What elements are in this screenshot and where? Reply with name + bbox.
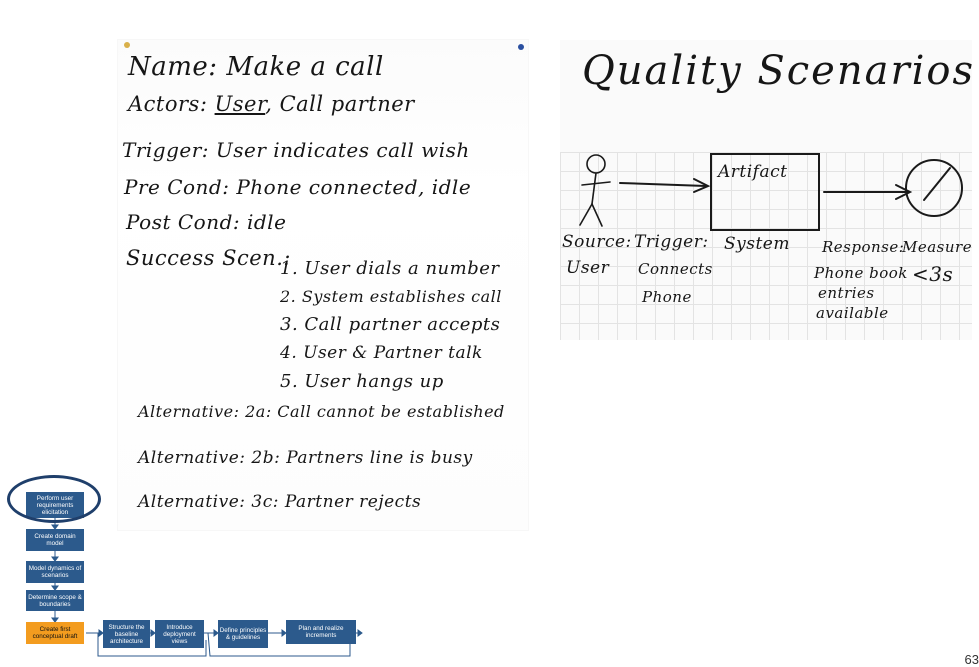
trigger-label: Trigger: [634, 232, 709, 252]
success-step: 5. User hangs up [280, 371, 444, 392]
current-step-highlight [7, 475, 101, 523]
quality-scenarios-whiteboard-photo: Quality Scenarios Artifact Source: User … [560, 40, 973, 340]
flow-step-determine-scope: Determine scope & boundaries [26, 590, 84, 611]
trigger-value: Phone [642, 288, 692, 306]
flow-step-structure-baseline: Structure the baseline architecture [103, 620, 150, 648]
flow-step-first-conceptual-draft: Create first conceptual draft [26, 622, 84, 644]
use-case-whiteboard-photo: Name: Make a call Actors: User, Call par… [118, 40, 528, 530]
use-case-pre-condition: Pre Cond: Phone connected, idle [124, 175, 472, 199]
response-value: entries [818, 284, 875, 302]
quality-scenario-sketch [579, 153, 963, 231]
flow-step-define-principles: Define principles & guidelines [218, 620, 268, 648]
source-value: User [566, 258, 610, 278]
response-arrow [823, 184, 913, 200]
response-value: available [816, 304, 889, 322]
alternative-flow: Alternative: 2b: Partners line is busy [138, 448, 473, 468]
success-step: 4. User & Partner talk [280, 343, 483, 363]
trigger-arrow [619, 178, 711, 193]
flow-step-model-dynamics: Model dynamics of scenarios [26, 561, 84, 583]
use-case-post-condition: Post Cond: idle [126, 210, 287, 234]
success-step: 1. User dials a number [280, 258, 500, 279]
use-case-name: Name: Make a call [128, 52, 384, 82]
system-label: System [724, 234, 790, 254]
alternative-flow: Alternative: 2a: Call cannot be establis… [138, 402, 505, 421]
measure-value: <3s [912, 262, 954, 286]
flow-step-create-domain-model: Create domain model [26, 529, 84, 551]
success-step: 2. System establishes call [280, 287, 502, 306]
response-label: Response: [822, 238, 905, 256]
response-value: Phone book [814, 264, 908, 282]
actors-user: User [214, 92, 266, 116]
use-case-success-label: Success Scen.: [126, 246, 291, 270]
trigger-value: Connects [638, 260, 713, 278]
artifact-label: Artifact [718, 162, 788, 182]
pin-icon [124, 42, 130, 48]
success-step: 3. Call partner accepts [280, 314, 501, 335]
actors-rest: , Call partner [265, 92, 415, 116]
gauge-icon [905, 159, 963, 217]
stick-figure-icon [579, 154, 611, 227]
source-label: Source: [562, 232, 632, 252]
page-number: 63 [964, 652, 979, 667]
actors-prefix: Actors: [128, 92, 215, 116]
measure-label: Measure [902, 238, 973, 256]
use-case-actors: Actors: User, Call partner [128, 92, 415, 116]
use-case-trigger: Trigger: User indicates call wish [122, 138, 470, 162]
flow-step-deployment-views: Introduce deployment views [155, 620, 204, 648]
flow-step-plan-increments: Plan and realize increments [286, 620, 356, 644]
pin-icon [518, 44, 524, 50]
